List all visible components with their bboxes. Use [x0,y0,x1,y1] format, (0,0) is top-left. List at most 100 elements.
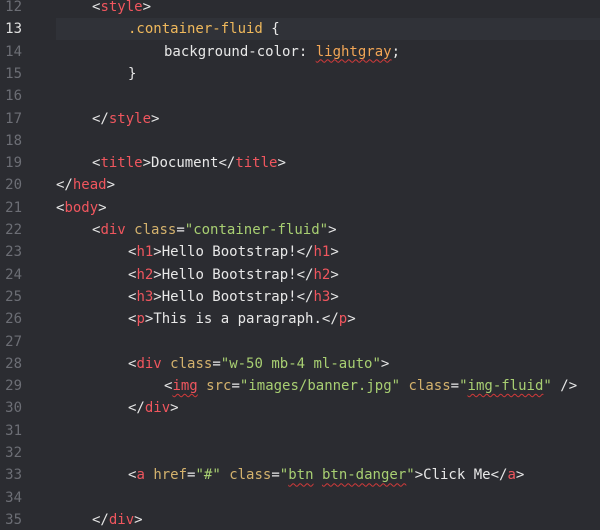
code-text: } [128,63,136,85]
code-line[interactable]: 17 </style> [0,108,600,130]
code-token: style [100,0,143,15]
code-token: h2 [313,266,331,283]
code-token: > [330,244,339,261]
code-token: </ [490,467,508,484]
code-line[interactable]: 24 <h2>Hello Bootstrap!</h2> [0,264,600,286]
code-token: title [100,155,143,172]
code-token: "images/banner.jpg" [239,378,401,395]
line-number: 23 [5,244,22,261]
code-line[interactable]: 19 <title>Document</title> [0,152,600,174]
line-number: 25 [5,288,22,305]
code-line[interactable]: 25 <h3>Hello Bootstrap!</h3> [0,286,600,308]
code-line[interactable]: 28 <div class="w-50 mb-4 ml-auto"> [0,353,600,375]
code-token: div [108,511,135,528]
code-text: </style> [92,108,159,130]
code-token: title [235,155,278,172]
line-number: 22 [5,222,22,238]
code-token: Document [151,155,219,172]
code-line[interactable]: 13 .container-fluid { [0,18,600,41]
code-token: > [142,155,152,172]
code-line[interactable]: 23 <h1>Hello Bootstrap!</h1> [0,241,600,263]
code-token: h3 [136,288,154,305]
code-token: p [136,311,145,328]
code-token: > [515,467,525,484]
code-line[interactable]: 16 [0,85,600,107]
code-text: <body> [56,197,107,219]
code-token: </ [296,288,314,305]
code-text: .container-fluid { [128,18,280,40]
code-token: p [338,311,348,328]
code-token: Hello Bootstrap! [161,266,297,283]
code-line[interactable]: 30 </div> [0,397,600,419]
code-token: div [100,222,126,238]
code-token: </ [128,400,145,417]
code-token: > [380,355,390,372]
code-token: .container-fluid [128,21,263,38]
line-number: 16 [5,88,22,105]
code-token: src [206,378,232,395]
code-line[interactable]: 14 background-color: lightgray; [0,41,600,63]
code-token: " [543,378,552,395]
line-number: 17 [5,110,22,127]
line-number: 30 [5,400,22,417]
code-line[interactable]: 27 [0,331,600,353]
code-line[interactable]: 20 </head> [0,174,600,196]
line-number: 32 [5,445,22,461]
code-token: img [172,378,198,395]
code-token: </ [321,311,339,328]
code-token: class [229,467,272,484]
code-line[interactable]: 35 </div> [0,509,600,530]
code-line[interactable]: 34 [0,487,600,509]
code-token: a [136,467,145,484]
code-text: <h2>Hello Bootstrap!</h2> [128,264,339,286]
code-token: This is a paragraph. [153,311,322,328]
code-line[interactable]: 31 [0,420,600,442]
code-token: > [330,288,339,305]
code-text: <style> [92,0,151,18]
code-token: head [72,177,107,194]
code-token: background-color [164,43,299,60]
code-token: > [347,311,356,328]
code-token: : [298,43,316,60]
code-line[interactable]: 12 <style> [0,0,600,18]
code-token: href [153,467,188,484]
code-line[interactable]: 32 [0,442,600,464]
code-token: > [106,177,116,194]
code-token: a [507,467,516,484]
code-token: = [450,378,460,395]
code-token: </ [296,244,314,261]
code-token: " [279,467,289,484]
code-text: </div> [92,509,143,530]
line-number: 12 [5,0,22,15]
code-token: "w-50 mb-4 ml-auto" [220,355,381,372]
line-number: 15 [5,65,22,82]
code-token: h1 [136,244,154,261]
code-editor[interactable]: 12 <style> 13 .container-fluid { 14 backgroun… [0,0,600,530]
code-token: { [262,21,280,38]
line-number: 28 [5,355,22,372]
code-token: class [134,222,177,238]
code-token: > [277,155,286,172]
code-token: > [153,244,162,261]
code-line[interactable]: 18 [0,130,600,152]
code-token: Click Me [423,467,491,484]
code-token: = [271,467,280,484]
code-token: img-fluid [467,378,544,395]
code-line[interactable]: 33 <a href="#" class="btn btn-danger">Cli… [0,464,600,486]
code-line[interactable]: 15} [0,63,600,85]
code-line[interactable]: 22 <div class="container-fluid"> [0,219,600,241]
code-line[interactable]: 29 <img src="images/banner.jpg" class="im… [0,375,600,397]
code-line[interactable]: 21 <body> [0,197,600,219]
line-number: 19 [5,155,22,172]
code-token: > [153,266,162,283]
code-token: </ [92,511,109,528]
code-line[interactable]: 26 <p>This is a paragraph.</p> [0,308,600,330]
line-number: 14 [5,43,22,60]
code-token: class [408,378,451,395]
code-text: <a href="#" class="btn btn-danger">Click… [128,464,524,486]
code-token: "#" [195,467,221,484]
